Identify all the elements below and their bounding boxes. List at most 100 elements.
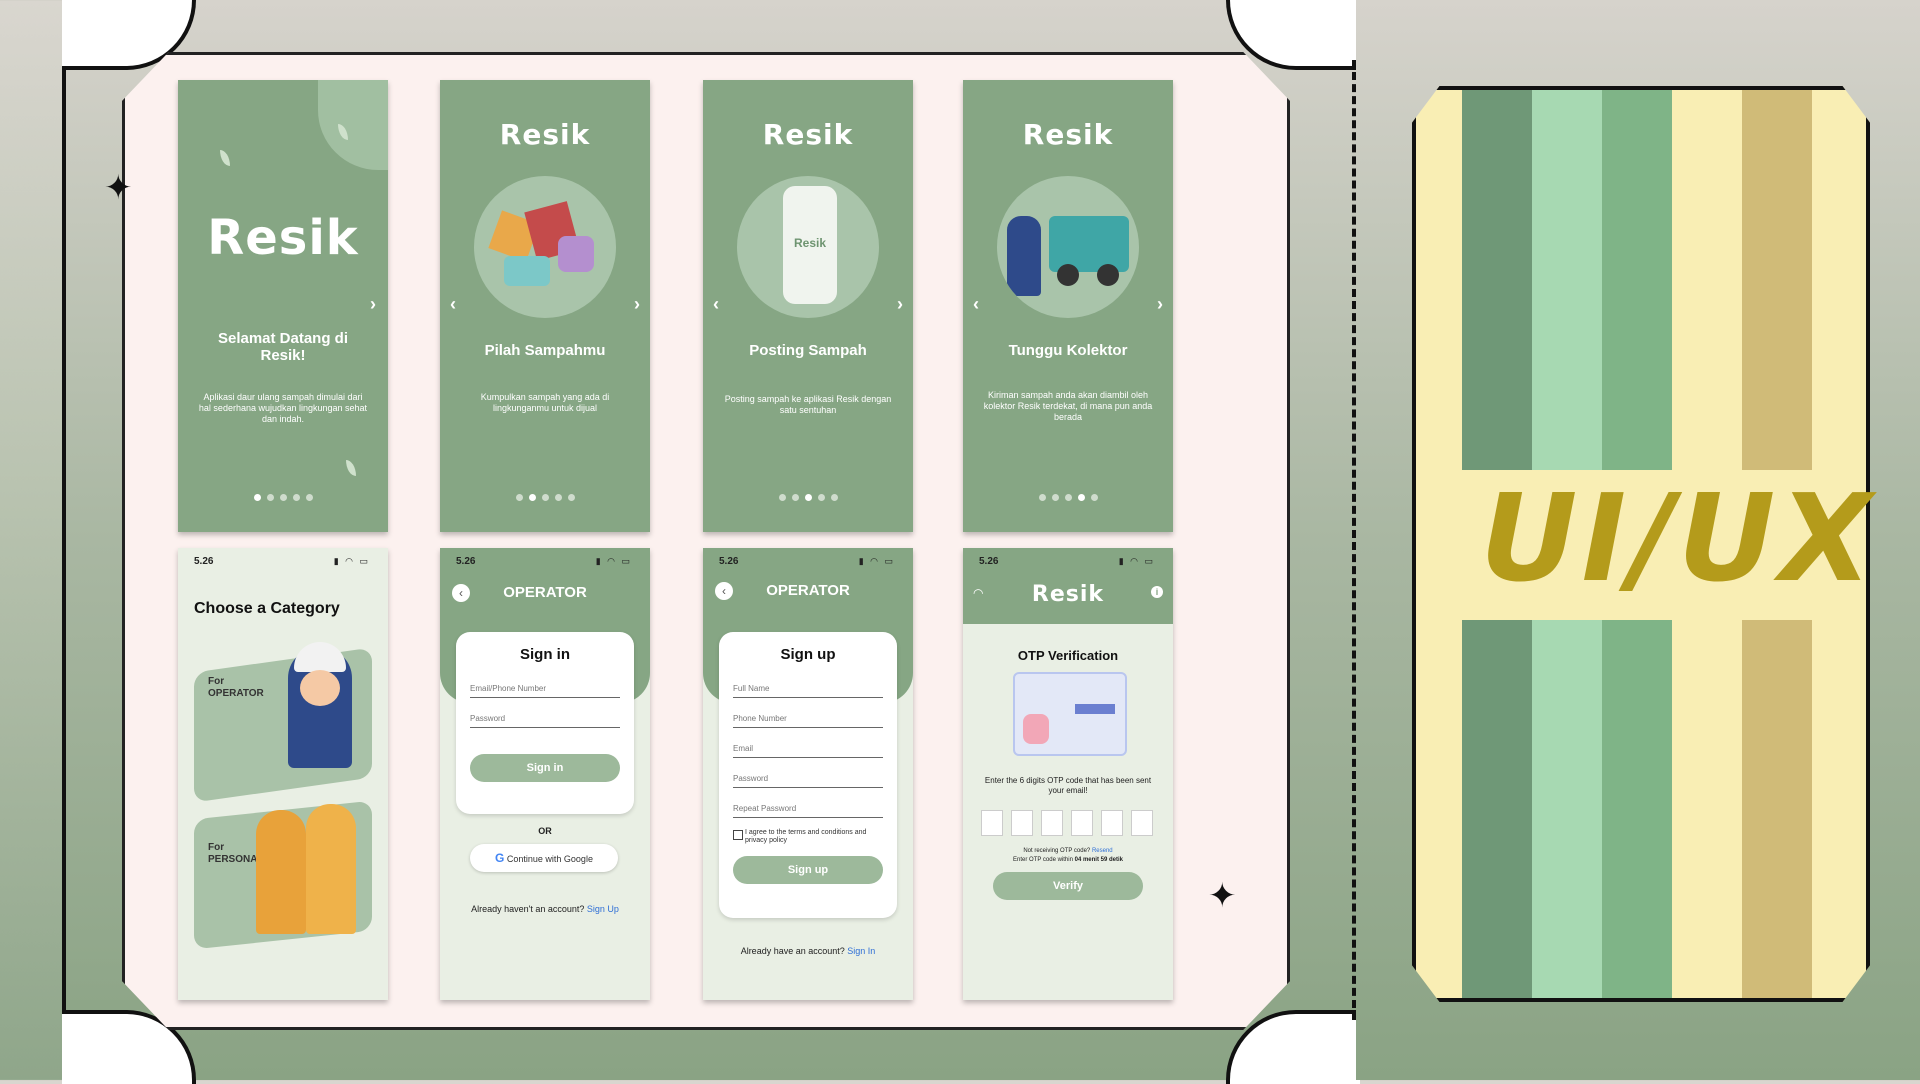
status-icons: ▮ ◠ ▭ bbox=[595, 556, 632, 566]
onboarding-screen-post: Resik Resik ‹ › Posting Sampah Posting s… bbox=[703, 80, 913, 532]
signin-prompt-text: Already have an account? bbox=[740, 946, 845, 956]
truck-body bbox=[1049, 216, 1129, 272]
otp-digit-input[interactable] bbox=[1131, 810, 1153, 836]
illustration-shape bbox=[1075, 704, 1115, 714]
fullname-field[interactable]: Full Name bbox=[733, 684, 883, 698]
page-dot bbox=[817, 494, 825, 501]
signin-prompt: Already have an account? Sign In bbox=[703, 946, 913, 956]
phone-illustration: Resik bbox=[783, 186, 837, 304]
page-indicator bbox=[440, 494, 650, 501]
otp-digit-input[interactable] bbox=[1101, 810, 1123, 836]
onboarding-title: Posting Sampah bbox=[749, 342, 867, 359]
signup-card: Sign up Full Name Phone Number Email Pas… bbox=[719, 632, 897, 918]
email-field[interactable]: Email/Phone Number bbox=[470, 684, 620, 698]
google-signin-button[interactable]: G Continue with Google bbox=[470, 844, 618, 872]
collector-figure bbox=[1007, 216, 1041, 296]
otp-digit-input[interactable] bbox=[981, 810, 1003, 836]
otp-digit-input[interactable] bbox=[1041, 810, 1063, 836]
page-indicator bbox=[963, 494, 1173, 501]
app-logo: Resik bbox=[1022, 118, 1114, 151]
otp-instruction: Enter the 6 digits OTP code that has bee… bbox=[984, 776, 1152, 795]
resend-link[interactable]: Resend bbox=[1092, 848, 1113, 854]
chevron-left-icon[interactable]: ‹ bbox=[973, 294, 979, 315]
page-dot bbox=[1064, 494, 1072, 501]
google-button-label: Continue with Google bbox=[506, 854, 593, 864]
illustration-shape bbox=[1023, 714, 1049, 744]
page-dot bbox=[554, 494, 562, 501]
onboarding-screen-collector: Resik ‹ › Tunggu Kolektor Kiriman sampah… bbox=[963, 80, 1173, 532]
status-time: 5.26 bbox=[719, 556, 739, 567]
password-field[interactable]: Password bbox=[470, 714, 620, 728]
terms-checkbox[interactable] bbox=[733, 830, 743, 840]
signup-button[interactable]: Sign up bbox=[733, 856, 883, 884]
page-dot bbox=[305, 494, 313, 501]
verify-button[interactable]: Verify bbox=[993, 872, 1143, 900]
signin-link[interactable]: Sign In bbox=[847, 946, 875, 956]
truck-wheel bbox=[1097, 264, 1119, 286]
page-dot bbox=[279, 494, 287, 501]
repeat-password-field[interactable]: Repeat Password bbox=[733, 804, 883, 818]
chevron-left-icon[interactable]: ‹ bbox=[713, 294, 719, 315]
trash-pile-illustration bbox=[474, 176, 616, 318]
leaf-icon bbox=[220, 150, 230, 166]
garbage-truck-illustration bbox=[997, 176, 1139, 318]
ticket-perforation bbox=[1352, 60, 1356, 1020]
signin-button[interactable]: Sign in bbox=[470, 754, 620, 782]
leaf-icon bbox=[346, 460, 356, 476]
onboarding-description: Aplikasi daur ulang sampah dimulai dari … bbox=[198, 392, 368, 424]
onboarding-title: Pilah Sampahmu bbox=[484, 342, 606, 359]
page-dot bbox=[567, 494, 575, 501]
app-logo: Resik bbox=[207, 210, 359, 266]
terms-label: I agree to the terms and conditions and … bbox=[745, 829, 867, 844]
otp-digit-input[interactable] bbox=[1011, 810, 1033, 836]
password-field[interactable]: Password bbox=[733, 774, 883, 788]
phone-in-hand-illustration: Resik bbox=[737, 176, 879, 318]
page-title: OTP Verification bbox=[1017, 648, 1119, 663]
card-title: Sign up bbox=[780, 646, 836, 663]
sparkle-icon: ✦ bbox=[1208, 877, 1237, 915]
resend-prompt-text: Not receiving OTP code? bbox=[1023, 848, 1091, 854]
signin-card: Sign in Email/Phone Number Password Sign… bbox=[456, 632, 634, 814]
page-dot bbox=[253, 494, 261, 501]
illustration-shape bbox=[504, 256, 550, 286]
chevron-left-icon[interactable]: ‹ bbox=[450, 294, 456, 315]
page-dot bbox=[1051, 494, 1059, 501]
face-shape bbox=[300, 670, 340, 706]
hard-hat-icon bbox=[294, 642, 346, 672]
chevron-right-icon[interactable]: › bbox=[370, 294, 376, 315]
otp-timer: Enter OTP code within 04 menit 59 detik bbox=[963, 857, 1173, 863]
timer-text: Enter OTP code within bbox=[1013, 857, 1073, 863]
uiux-label: UI/UX bbox=[1480, 470, 1876, 609]
illustration-shape bbox=[558, 236, 594, 272]
page-dot bbox=[830, 494, 838, 501]
page-dot bbox=[1077, 494, 1085, 501]
chevron-right-icon[interactable]: › bbox=[634, 294, 640, 315]
onboarding-title: Tunggu Kolektor bbox=[1008, 342, 1128, 359]
chevron-right-icon[interactable]: › bbox=[897, 294, 903, 315]
status-icons: ▮ ◠ ▭ bbox=[1118, 556, 1155, 566]
info-icon[interactable]: i bbox=[1151, 586, 1163, 598]
truck-wheel bbox=[1057, 264, 1079, 286]
email-field[interactable]: Email bbox=[733, 744, 883, 758]
phone-field[interactable]: Phone Number bbox=[733, 714, 883, 728]
onboarding-screen-sort: Resik ‹ › Pilah Sampahmu Kumpulkan sampa… bbox=[440, 80, 650, 532]
app-logo: Resik bbox=[1031, 582, 1105, 607]
page-indicator bbox=[178, 494, 388, 501]
personal-avatar-woman bbox=[256, 810, 306, 934]
page-title: Choose a Category bbox=[194, 600, 340, 617]
status-time: 5.26 bbox=[194, 556, 214, 567]
operator-card-for: For bbox=[208, 676, 225, 687]
chevron-right-icon[interactable]: › bbox=[1157, 294, 1163, 315]
otp-digit-input[interactable] bbox=[1071, 810, 1093, 836]
onboarding-description: Posting sampah ke aplikasi Resik dengan … bbox=[724, 394, 892, 415]
page-dot bbox=[528, 494, 536, 501]
page-dot bbox=[292, 494, 300, 501]
signin-screen: 5.26 ▮ ◠ ▭ ‹ OPERATOR Sign in Email/Phon… bbox=[440, 548, 650, 1000]
operator-card-label: OPERATOR bbox=[208, 688, 264, 699]
timer-value: 04 menit 59 detik bbox=[1074, 857, 1123, 863]
phone-logo: Resik bbox=[793, 236, 827, 250]
page-dot bbox=[778, 494, 786, 501]
signup-link[interactable]: Sign Up bbox=[587, 904, 619, 914]
otp-illustration bbox=[1013, 672, 1127, 756]
category-screen: 5.26 ▮ ◠ ▭ Choose a Category For OPERATO… bbox=[178, 548, 388, 1000]
